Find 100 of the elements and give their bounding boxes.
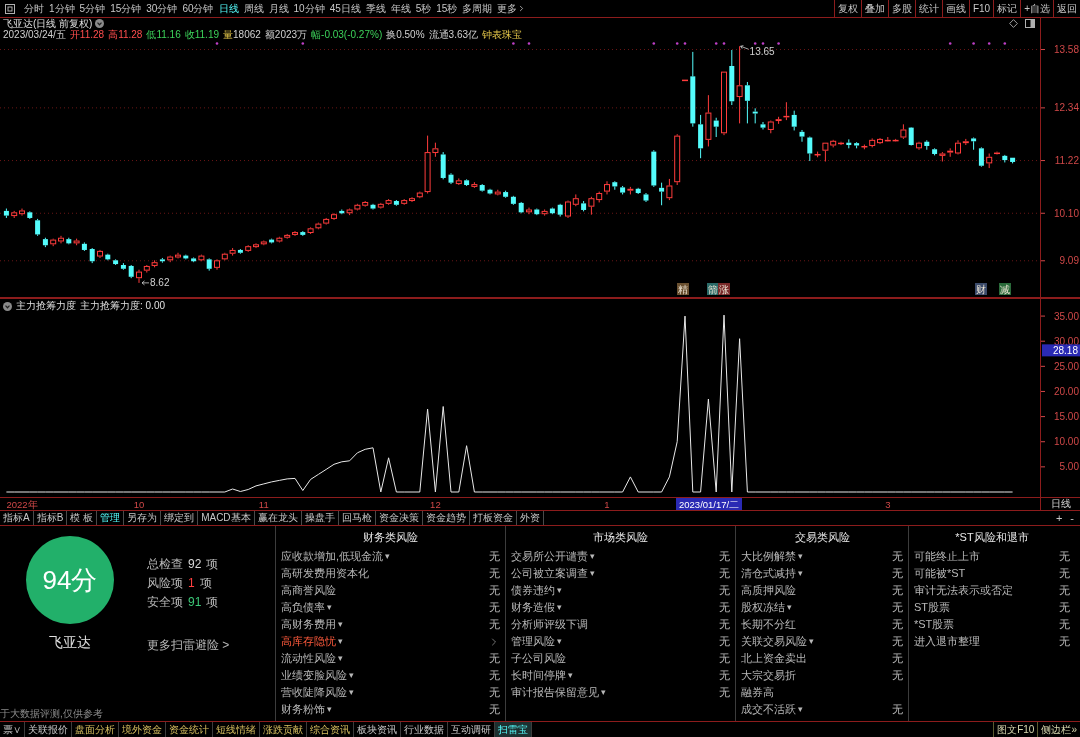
risk-item-value: 无 — [719, 687, 730, 698]
toolbar-button[interactable]: 多股 — [887, 0, 915, 17]
risk-item-value: 无 — [892, 585, 903, 596]
status-tab[interactable]: 短线情绪 — [213, 722, 260, 737]
dropdown-circle-icon[interactable] — [95, 19, 105, 28]
risk-item-value: 无 — [892, 670, 903, 681]
status-tab[interactable]: 关联报价 — [25, 722, 72, 737]
dropdown-caret[interactable]: ▾ — [809, 637, 814, 646]
status-tab[interactable]: 板块资讯 — [354, 722, 401, 737]
period-tab[interactable]: 多周期 — [462, 3, 493, 14]
status-tab[interactable]: 涨跌贡献 — [260, 722, 307, 737]
indicator-tab[interactable]: 打板资金 — [469, 511, 517, 525]
period-tab[interactable]: 10分钟 — [293, 3, 325, 14]
indicator-tab[interactable]: 回马枪 — [338, 511, 376, 525]
indicator-tab[interactable]: 另存为 — [124, 511, 162, 525]
dropdown-caret[interactable]: ▾ — [327, 705, 332, 714]
indicator-tab[interactable]: 资金决策 — [375, 511, 423, 525]
dropdown-caret[interactable]: ▾ — [798, 705, 803, 714]
toolbar-button[interactable]: +自选 — [1020, 0, 1053, 17]
period-tab[interactable]: 60分钟 — [182, 3, 214, 14]
dropdown-circle-icon[interactable] — [3, 301, 12, 311]
status-tab[interactable]: 境外资金 — [119, 722, 166, 737]
period-tab[interactable]: 45日线 — [329, 3, 361, 14]
period-tab[interactable]: 30分钟 — [146, 3, 178, 14]
indicator-tab[interactable]: 赢在龙头 — [254, 511, 302, 525]
risk-item-label: 高负债率 — [281, 602, 325, 613]
toolbar-button[interactable]: 返回 — [1053, 0, 1080, 17]
event-dot-icon — [987, 42, 991, 45]
window-icon[interactable] — [5, 3, 15, 14]
diamond-icon[interactable] — [1009, 19, 1018, 28]
status-tab[interactable]: 资金统计 — [166, 722, 213, 737]
dropdown-caret[interactable]: ▾ — [798, 552, 803, 561]
indicator-tab[interactable]: 指标A — [0, 511, 34, 525]
dropdown-caret[interactable]: ▾ — [338, 637, 343, 646]
period-tab[interactable]: 季线 — [365, 3, 386, 14]
period-tab[interactable]: 年线 — [390, 3, 411, 14]
dropdown-caret[interactable]: ▾ — [338, 654, 343, 663]
zoom-button[interactable]: - — [1070, 512, 1074, 524]
period-tab[interactable]: 5秒 — [415, 3, 432, 14]
indicator-tab[interactable]: 指标B — [33, 511, 68, 525]
toolbar-button[interactable]: 统计 — [914, 0, 942, 17]
indicator-tab[interactable]: 管理 — [97, 511, 125, 525]
risk-item-label: 融券高 — [741, 687, 774, 698]
status-tab[interactable]: 行业数据 — [401, 722, 448, 737]
risk-item-value: 无 — [489, 704, 500, 715]
risk-item-label: 可能终止上市 — [914, 551, 980, 562]
axis-tick-label: 30.00 — [1053, 335, 1079, 347]
indicator-tab[interactable]: 外资 — [516, 511, 544, 525]
more-link[interactable]: 更多扫雷避险 > — [147, 639, 230, 651]
period-tab[interactable]: 15分钟 — [110, 3, 142, 14]
dropdown-caret[interactable]: ▾ — [590, 552, 595, 561]
dropdown-caret[interactable]: ▾ — [557, 603, 562, 612]
candle — [651, 149, 657, 188]
status-tab[interactable]: 扫雷宝 — [495, 722, 532, 737]
period-tab[interactable]: 日线 — [218, 3, 239, 14]
risk-item-value: 无 — [1059, 636, 1070, 647]
period-tab[interactable]: 15秒 — [436, 3, 458, 14]
toolbar-button[interactable]: F10 — [968, 0, 994, 17]
dropdown-caret[interactable]: ▾ — [568, 671, 573, 680]
indicator-title: 主力抢筹力度 — [16, 301, 76, 311]
risk-item-label: 审计无法表示或否定 — [914, 585, 1013, 596]
toolbar-button[interactable]: 叠加 — [860, 0, 888, 17]
signal-tag: 箭 — [707, 283, 719, 295]
dropdown-caret[interactable]: ▾ — [349, 671, 354, 680]
dropdown-caret[interactable]: ▾ — [349, 688, 354, 697]
status-tab[interactable]: 盘面分析 — [72, 722, 119, 737]
dropdown-caret[interactable]: ▾ — [557, 637, 562, 646]
toolbar-button[interactable]: 画线 — [941, 0, 969, 17]
period-tab[interactable]: 周线 — [243, 3, 264, 14]
period-tab[interactable]: 5分钟 — [79, 3, 106, 14]
dropdown-caret[interactable]: ▾ — [338, 620, 343, 629]
indicator-tab[interactable]: 模 板 — [67, 511, 98, 525]
status-tab[interactable]: 票∨ — [0, 722, 25, 737]
side-panel-icon[interactable] — [1025, 19, 1035, 28]
indicator-tab[interactable]: MACD基本 — [198, 511, 255, 525]
status-button[interactable]: 侧边栏» — [1037, 722, 1080, 737]
dropdown-caret[interactable]: ▾ — [798, 569, 803, 578]
dropdown-caret[interactable]: ▾ — [601, 688, 606, 697]
status-tab[interactable]: 互动调研 — [448, 722, 495, 737]
dropdown-caret[interactable]: ▾ — [327, 603, 332, 612]
zoom-button[interactable]: + — [1055, 512, 1063, 524]
risk-item-value: 无 — [489, 568, 500, 579]
status-tab[interactable]: 综合资讯 — [307, 722, 354, 737]
axis-tick-label: 15.00 — [1053, 411, 1079, 423]
dropdown-caret[interactable]: ▾ — [590, 569, 595, 578]
indicator-tab[interactable]: 资金趋势 — [422, 511, 470, 525]
period-tab[interactable]: 1分钟 — [49, 3, 75, 14]
risk-item-label: 审计报告保留意见 — [511, 687, 599, 698]
period-tab[interactable]: 月线 — [268, 3, 289, 14]
indicator-tab[interactable]: 绑定到 — [161, 511, 199, 525]
toolbar-button[interactable]: 复权 — [833, 0, 861, 17]
indicator-tab[interactable]: 操盘手 — [301, 511, 339, 525]
candle — [526, 207, 532, 215]
toolbar-button[interactable]: 标记 — [993, 0, 1021, 17]
more-button[interactable]: 更多 — [497, 3, 527, 14]
status-button[interactable]: 图文F10 — [993, 722, 1038, 737]
dropdown-caret[interactable]: ▾ — [557, 586, 562, 595]
dropdown-caret[interactable]: ▾ — [385, 552, 391, 561]
period-tab[interactable]: 分时 — [24, 3, 44, 14]
dropdown-caret[interactable]: ▾ — [787, 603, 792, 612]
